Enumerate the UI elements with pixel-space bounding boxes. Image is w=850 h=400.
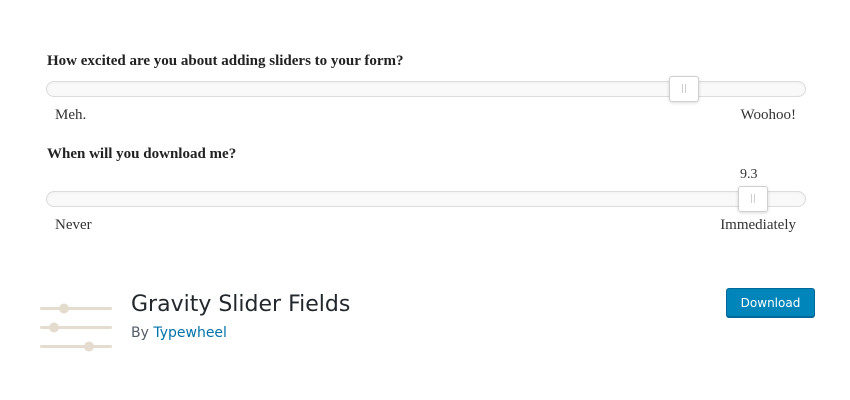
slider2-value: 9.3: [740, 167, 758, 182]
by-label: By: [131, 325, 149, 341]
excitement-slider-handle[interactable]: [668, 76, 699, 102]
download-slider-handle[interactable]: [737, 186, 768, 212]
slider1-max-label: Woohoo!: [740, 107, 796, 123]
download-button[interactable]: Download: [726, 288, 815, 317]
excitement-slider-track[interactable]: [46, 76, 806, 102]
slider2-max-label: Immediately: [720, 217, 796, 233]
plugin-name: Gravity Slider Fields: [131, 292, 351, 317]
slider-lines-icon: [40, 300, 112, 356]
slider1-min-label: Meh.: [55, 107, 87, 123]
slider1-question: How excited are you about adding sliders…: [47, 53, 404, 69]
slider2-min-label: Never: [55, 217, 92, 233]
plugin-author-line: By Typewheel: [131, 325, 227, 341]
slider2-question: When will you download me?: [47, 146, 237, 162]
author-link[interactable]: Typewheel: [153, 325, 227, 341]
download-slider-track[interactable]: [46, 186, 806, 212]
